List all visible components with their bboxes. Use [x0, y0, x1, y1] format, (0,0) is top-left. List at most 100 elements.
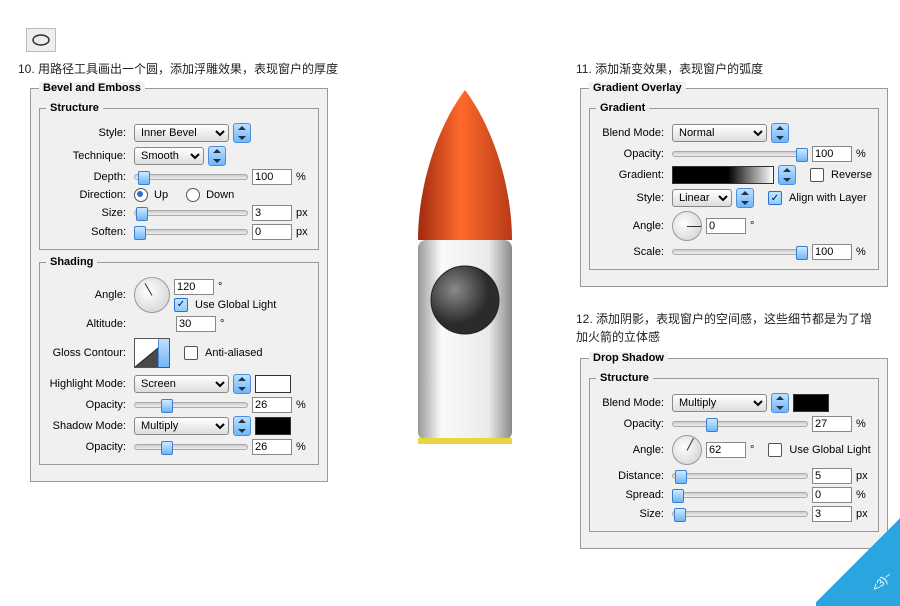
direction-up-radio[interactable] — [134, 188, 148, 202]
depth-slider[interactable] — [134, 170, 248, 184]
caption-10: 10. 用路径工具画出一个圆，添加浮雕效果，表现窗户的厚度 — [18, 60, 338, 77]
h-opacity-label: Opacity: — [46, 399, 130, 411]
ds-color-swatch[interactable] — [793, 394, 829, 412]
go-style-stepper[interactable] — [736, 188, 754, 208]
use-global-light-check[interactable]: ✓ — [174, 298, 188, 312]
page-corner-badge: <3)~ — [816, 516, 900, 606]
ds-distance-unit: px — [856, 470, 872, 482]
ds-spread-input[interactable] — [812, 487, 852, 503]
ds-angle-input[interactable] — [706, 442, 746, 458]
size-slider[interactable] — [134, 206, 248, 220]
technique-select[interactable]: Smooth — [134, 147, 204, 165]
bevel-emboss-panel: Bevel and Emboss Structure Style: Inner … — [30, 82, 328, 482]
go-style-label: Style: — [596, 192, 668, 204]
ds-structure: Structure Blend Mode: Multiply Opacity: … — [589, 372, 879, 532]
go-opacity-input[interactable] — [812, 146, 852, 162]
shadow-mode-select[interactable]: Multiply — [134, 417, 229, 435]
ds-blend-stepper[interactable] — [771, 393, 789, 413]
size-input[interactable] — [252, 205, 292, 221]
gradient-title: Gradient Overlay — [589, 82, 686, 94]
shading-title: Shading — [46, 256, 97, 268]
s-opacity-unit: % — [296, 441, 312, 453]
ds-angle-label: Angle: — [596, 444, 668, 456]
gloss-contour[interactable] — [134, 338, 170, 368]
ds-opacity-unit: % — [856, 418, 872, 430]
use-global-label: Use Global Light — [195, 299, 276, 311]
align-layer-check[interactable]: ✓ — [768, 191, 782, 205]
shadow-stepper[interactable] — [233, 416, 251, 436]
technique-stepper[interactable] — [208, 146, 226, 166]
gradient-dropdown[interactable] — [778, 165, 796, 185]
s-opacity-label: Opacity: — [46, 441, 130, 453]
go-scale-unit: % — [856, 246, 872, 258]
up-label: Up — [154, 189, 168, 201]
ellipse-tool-icon[interactable] — [26, 28, 56, 52]
highlight-opacity-input[interactable] — [252, 397, 292, 413]
go-angle-label: Angle: — [596, 220, 668, 232]
technique-label: Technique: — [46, 150, 130, 162]
ds-angle-wheel[interactable] — [672, 435, 702, 465]
angle-input[interactable] — [174, 279, 214, 295]
ds-distance-input[interactable] — [812, 468, 852, 484]
deg3: ° — [750, 220, 754, 232]
highlight-color-swatch[interactable] — [255, 375, 291, 393]
deg4: ° — [750, 444, 754, 456]
go-gradient-label: Gradient: — [596, 169, 668, 181]
style-stepper[interactable] — [233, 123, 251, 143]
gradient-overlay-panel: Gradient Overlay Gradient Blend Mode: No… — [580, 82, 888, 287]
shadow-opacity-slider[interactable] — [134, 440, 248, 454]
depth-input[interactable] — [252, 169, 292, 185]
go-angle-input[interactable] — [706, 218, 746, 234]
shadow-mode-label: Shadow Mode: — [46, 420, 130, 432]
highlight-mode-select[interactable]: Screen — [134, 375, 229, 393]
bevel-title: Bevel and Emboss — [39, 82, 145, 94]
highlight-opacity-slider[interactable] — [134, 398, 248, 412]
align-label: Align with Layer — [789, 192, 867, 204]
highlight-stepper[interactable] — [233, 374, 251, 394]
h-opacity-unit: % — [296, 399, 312, 411]
size-unit: px — [296, 207, 312, 219]
ds-blend-select[interactable]: Multiply — [672, 394, 767, 412]
altitude-input[interactable] — [176, 316, 216, 332]
bevel-shading: Shading Angle: ° ✓Use Global Light Altit… — [39, 256, 319, 465]
ds-opacity-input[interactable] — [812, 416, 852, 432]
ds-sub-title: Structure — [596, 372, 653, 384]
ds-opacity-slider[interactable] — [672, 417, 808, 431]
go-blend-select[interactable]: Normal — [672, 124, 767, 142]
antialias-check[interactable] — [184, 346, 198, 360]
ds-size-slider[interactable] — [672, 507, 808, 521]
go-angle-wheel[interactable] — [672, 211, 702, 241]
go-scale-input[interactable] — [812, 244, 852, 260]
soften-input[interactable] — [252, 224, 292, 240]
structure-title: Structure — [46, 102, 103, 114]
go-opacity-label: Opacity: — [596, 148, 668, 160]
gradient-sub-title: Gradient — [596, 102, 649, 114]
depth-label: Depth: — [46, 171, 130, 183]
angle-wheel[interactable] — [134, 277, 170, 313]
gradient-swatch[interactable] — [672, 166, 774, 184]
go-blend-label: Blend Mode: — [596, 127, 668, 139]
ds-size-label: Size: — [596, 508, 668, 520]
go-scale-slider[interactable] — [672, 245, 808, 259]
shadow-color-swatch[interactable] — [255, 417, 291, 435]
ds-spread-slider[interactable] — [672, 488, 808, 502]
go-style-select[interactable]: Linear — [672, 189, 732, 207]
reverse-check[interactable] — [810, 168, 824, 182]
highlight-mode-label: Highlight Mode: — [46, 378, 130, 390]
shadow-opacity-input[interactable] — [252, 439, 292, 455]
caption-11: 11. 添加渐变效果，表现窗户的弧度 — [576, 60, 763, 77]
ds-global-check[interactable] — [768, 443, 782, 457]
go-scale-label: Scale: — [596, 246, 668, 258]
style-label: Style: — [46, 127, 130, 139]
go-blend-stepper[interactable] — [771, 123, 789, 143]
ds-distance-label: Distance: — [596, 470, 668, 482]
style-select[interactable]: Inner Bevel — [134, 124, 229, 142]
go-opacity-slider[interactable] — [672, 147, 808, 161]
direction-down-radio[interactable] — [186, 188, 200, 202]
ds-spread-unit: % — [856, 489, 872, 501]
soften-slider[interactable] — [134, 225, 248, 239]
angle-label: Angle: — [46, 289, 130, 301]
altitude-label: Altitude: — [46, 318, 130, 330]
ds-distance-slider[interactable] — [672, 469, 808, 483]
ds-title: Drop Shadow — [589, 352, 668, 364]
